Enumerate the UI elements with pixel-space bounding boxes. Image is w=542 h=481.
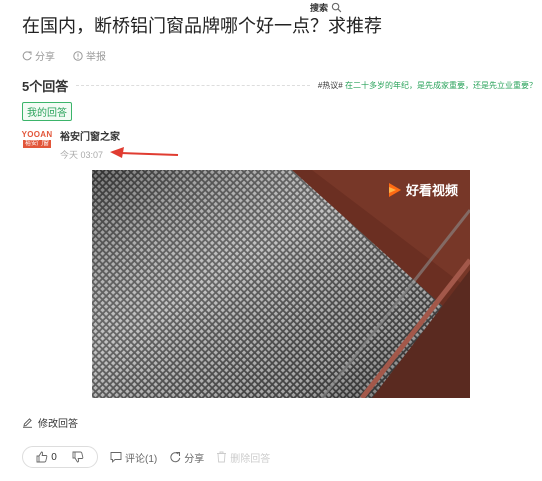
- trash-icon: [217, 451, 227, 463]
- divider: [76, 84, 310, 86]
- annotation-arrow: [110, 147, 179, 158]
- question-meta: 分享 举报: [22, 48, 106, 63]
- report-link[interactable]: 举报: [73, 48, 106, 63]
- search-icon: [331, 2, 342, 12]
- author-name[interactable]: 裕安门窗之家: [60, 128, 120, 143]
- edit-answer-label: 修改回答: [38, 419, 78, 430]
- answer-author: YOOAN 裕安门窗 裕安门窗之家 今天 03:07: [22, 128, 120, 161]
- my-answer-tag: 我的回答: [22, 102, 72, 121]
- video-brand: 好看视频: [388, 180, 458, 199]
- comment-label: 评论(1): [125, 453, 158, 465]
- avatar-logo-subtext: 裕安门窗: [22, 139, 51, 148]
- like-count: 0: [51, 451, 57, 463]
- share-icon: [22, 50, 32, 60]
- play-logo-icon: [388, 182, 401, 197]
- avatar-logo-text: YOOAN: [21, 129, 53, 139]
- video-thumbnail: [92, 170, 470, 398]
- author-avatar[interactable]: YOOAN 裕安门窗: [22, 128, 52, 150]
- share-icon: [170, 452, 181, 463]
- hot-topic-link[interactable]: #热议# 在二十多岁的年纪，是先成家重要，还是先立业重要？: [318, 80, 537, 91]
- report-label: 举报: [86, 52, 106, 63]
- share-button[interactable]: 分享: [169, 450, 204, 465]
- edit-answer-link[interactable]: 修改回答: [22, 415, 78, 430]
- question-title: 在国内，断桥铝门窗品牌哪个好一点？求推荐: [22, 16, 382, 36]
- share-label: 分享: [35, 52, 55, 63]
- thumbs-up-icon[interactable]: [36, 451, 48, 463]
- delete-answer-label: 删除回答: [230, 453, 271, 465]
- video-brand-label: 好看视频: [405, 183, 458, 198]
- answers-header: 5个回答 #热议# 在二十多岁的年纪，是先成家重要，还是先立业重要？: [22, 77, 537, 94]
- vote-box: 0: [22, 446, 98, 468]
- share-label: 分享: [184, 453, 205, 465]
- hot-topic: 在二十多岁的年纪，是先成家重要，还是先立业重要？: [345, 80, 537, 90]
- share-link[interactable]: 分享: [22, 48, 55, 63]
- report-icon: [73, 50, 83, 61]
- edit-icon: [23, 418, 32, 428]
- answer-actions: 0 评论(1) 分享 删除回答: [22, 446, 270, 468]
- answers-count: 5个回答: [22, 78, 69, 94]
- hot-prefix: #热议#: [317, 80, 343, 90]
- thumbs-down-icon[interactable]: [72, 451, 84, 463]
- answer-video[interactable]: 好看视频: [92, 170, 470, 398]
- comment-button[interactable]: 评论(1): [110, 450, 157, 465]
- comment-icon: [110, 452, 122, 463]
- delete-answer-button[interactable]: 删除回答: [216, 450, 270, 465]
